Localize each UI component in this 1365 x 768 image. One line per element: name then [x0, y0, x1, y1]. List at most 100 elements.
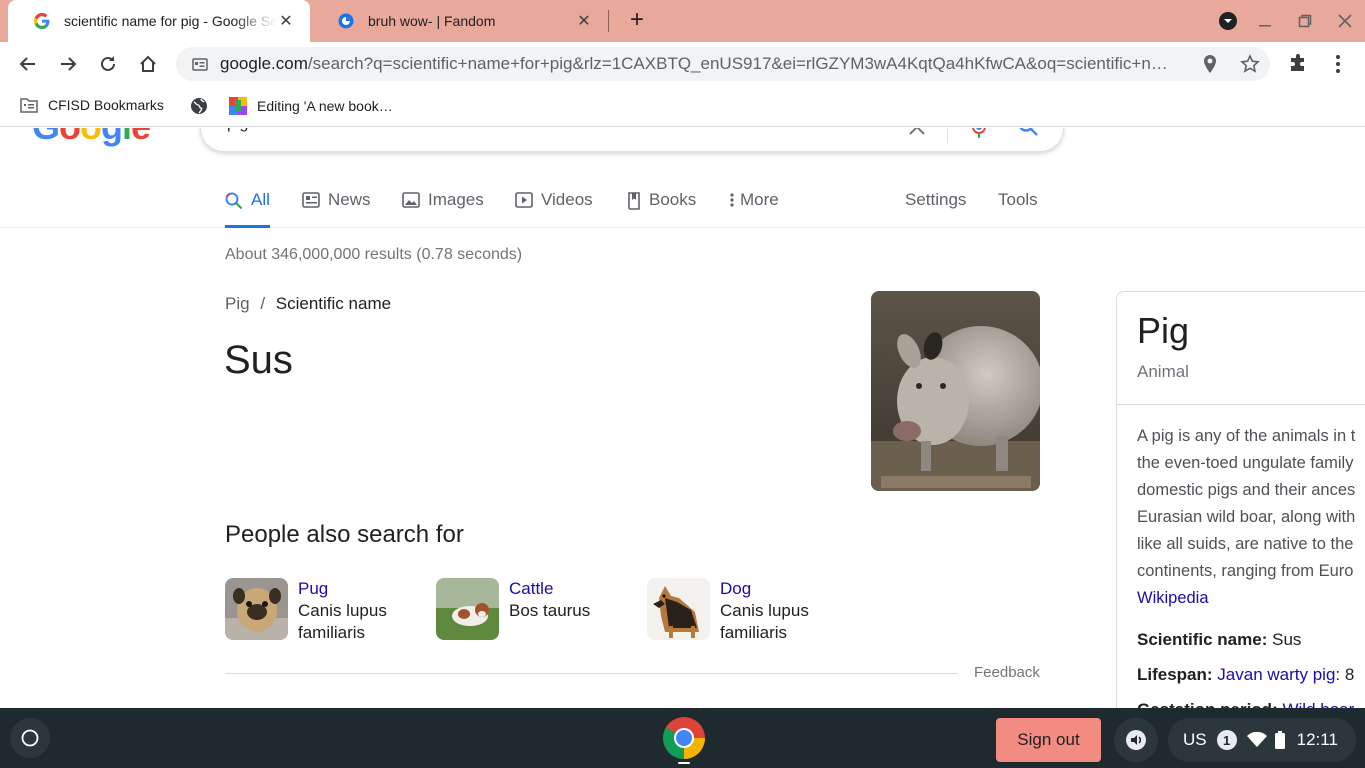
- kp-fact-scientific-name: Scientific name: Sus: [1137, 630, 1301, 650]
- pasf-scientific-name: familiaris: [720, 623, 788, 642]
- status-tray[interactable]: US 1 12:11: [1168, 718, 1356, 762]
- pasf-name[interactable]: Cattle: [509, 578, 590, 600]
- news-icon: [302, 192, 320, 208]
- settings-link[interactable]: Settings: [905, 190, 966, 228]
- tools-link[interactable]: Tools: [998, 190, 1038, 228]
- wifi-icon: [1246, 732, 1267, 748]
- kp-subtitle: Animal: [1137, 362, 1189, 381]
- kp-desc-line: Eurasian wild boar, along with: [1137, 508, 1356, 526]
- bookmarks-bar: CFISD Bookmarks Editing 'A new book…: [0, 85, 1365, 127]
- close-tab-icon[interactable]: ✕: [574, 11, 594, 31]
- select-to-speak-button[interactable]: [1114, 718, 1158, 762]
- tab-news[interactable]: News: [302, 190, 371, 228]
- tab-title: scientific name for pig - Google Search: [64, 13, 276, 29]
- folder-icon: [20, 97, 38, 113]
- bookmark-editing-book[interactable]: Editing 'A new book…: [229, 97, 393, 115]
- google-logo[interactable]: Google: [32, 128, 151, 148]
- tab-title: bruh wow- | Fandom: [368, 13, 496, 29]
- tab-more[interactable]: More: [730, 190, 779, 228]
- ime-indicator: US: [1183, 730, 1207, 749]
- breadcrumb-parent[interactable]: Pig: [225, 294, 250, 313]
- tab-videos[interactable]: Videos: [515, 190, 593, 228]
- bookmark-globe[interactable]: [190, 97, 218, 115]
- kp-desc-line: domestic pigs and their ances: [1137, 481, 1356, 499]
- kp-divider: [1117, 404, 1365, 405]
- bookmark-star-icon[interactable]: [1230, 54, 1270, 74]
- tab-fandom[interactable]: bruh wow- | Fandom ✕: [312, 0, 608, 42]
- bookmark-label: Editing 'A new book…: [257, 98, 393, 114]
- pasf-item-dog[interactable]: Dog Canis lupus familiaris: [647, 578, 809, 644]
- search-tabs: All News Images Videos Books More Settin…: [0, 176, 1365, 228]
- tab-label: More: [740, 190, 779, 209]
- tab-images[interactable]: Images: [402, 190, 484, 228]
- forward-icon[interactable]: [55, 51, 81, 77]
- sign-out-button[interactable]: Sign out: [996, 718, 1101, 762]
- cattle-thumbnail[interactable]: [436, 578, 499, 640]
- restore-icon[interactable]: [1294, 10, 1316, 32]
- clear-search-icon[interactable]: [907, 128, 927, 142]
- new-tab-button[interactable]: +: [624, 8, 650, 34]
- feedback-link[interactable]: Feedback: [974, 664, 1040, 681]
- tab-google-search[interactable]: scientific name for pig - Google Search …: [8, 0, 310, 42]
- searchbox-divider: [947, 128, 948, 143]
- search-icon: [225, 192, 243, 210]
- pig-image[interactable]: [871, 291, 1040, 491]
- back-icon[interactable]: [15, 51, 41, 77]
- wikipedia-link[interactable]: Wikipedia: [1137, 589, 1209, 607]
- minimize-icon[interactable]: [1254, 10, 1276, 32]
- chrome-app-icon[interactable]: [662, 716, 706, 760]
- url-text: google.com/search?q=scientific+name+for+…: [220, 54, 1190, 74]
- running-indicator: [678, 762, 690, 764]
- url-host: google.com: [220, 54, 308, 73]
- location-icon[interactable]: [1190, 55, 1230, 73]
- knowledge-panel: Pig Animal A pig is any of the animals i…: [1116, 291, 1365, 708]
- pasf-name[interactable]: Dog: [720, 578, 809, 600]
- kp-fact-gestation: Gestation period: Wild boar: [1137, 700, 1354, 708]
- close-tab-icon[interactable]: ✕: [276, 11, 296, 31]
- pasf-item-pug[interactable]: Pug Canis lupus familiaris: [225, 578, 387, 644]
- fact-label: Gestation period:: [1137, 700, 1278, 708]
- fact-value: : 8: [1335, 665, 1355, 684]
- browser-toolbar: google.com/search?q=scientific+name+for+…: [0, 42, 1365, 85]
- pasf-name[interactable]: Pug: [298, 578, 387, 600]
- menu-kebab-icon[interactable]: [1325, 51, 1351, 77]
- launcher-button[interactable]: [10, 718, 50, 758]
- search-submit-icon[interactable]: [1017, 128, 1039, 142]
- pasf-scientific-name: familiaris: [298, 623, 366, 642]
- tab-all[interactable]: All: [225, 190, 270, 228]
- book-icon: [627, 192, 641, 210]
- kp-fact-lifespan: Lifespan: Javan warty pig: 8: [1137, 665, 1354, 685]
- fact-link[interactable]: Javan warty pig: [1217, 665, 1335, 684]
- fact-link[interactable]: Wild boar: [1282, 700, 1354, 708]
- reload-icon[interactable]: [95, 51, 121, 77]
- notification-badge: 1: [1216, 730, 1237, 750]
- book-icon: [229, 97, 247, 115]
- breadcrumb: Pig / Scientific name: [225, 294, 391, 314]
- home-icon[interactable]: [135, 51, 161, 77]
- dog-thumbnail[interactable]: [647, 578, 710, 640]
- site-info-icon[interactable]: [192, 56, 208, 72]
- tab-label: All: [251, 190, 270, 209]
- answer-value: Sus: [224, 338, 293, 382]
- tab-search-icon[interactable]: [1217, 10, 1239, 32]
- kp-desc-line: the even-toed ungulate family: [1137, 454, 1354, 472]
- close-window-icon[interactable]: [1334, 10, 1356, 32]
- search-input[interactable]: pig: [200, 128, 1064, 152]
- tab-books[interactable]: Books: [627, 190, 696, 228]
- result-stats: About 346,000,000 results (0.78 seconds): [225, 246, 523, 263]
- breadcrumb-current: Scientific name: [275, 294, 392, 313]
- pasf-item-cattle[interactable]: Cattle Bos taurus: [436, 578, 590, 640]
- tab-label: Books: [649, 190, 697, 209]
- kp-desc-line: continents, ranging from Euro: [1137, 562, 1354, 580]
- tab-label: Images: [428, 190, 484, 209]
- bookmark-cfisd[interactable]: CFISD Bookmarks: [20, 97, 164, 113]
- more-vert-icon: [730, 192, 734, 208]
- fact-value: Sus: [1272, 630, 1302, 649]
- mic-icon[interactable]: [971, 128, 987, 144]
- extensions-icon[interactable]: [1285, 51, 1311, 77]
- pug-thumbnail[interactable]: [225, 578, 288, 640]
- tab-label: News: [328, 190, 371, 209]
- tab-separator: [608, 10, 609, 32]
- address-bar[interactable]: google.com/search?q=scientific+name+for+…: [176, 47, 1270, 81]
- tab-strip: scientific name for pig - Google Search …: [0, 0, 1365, 42]
